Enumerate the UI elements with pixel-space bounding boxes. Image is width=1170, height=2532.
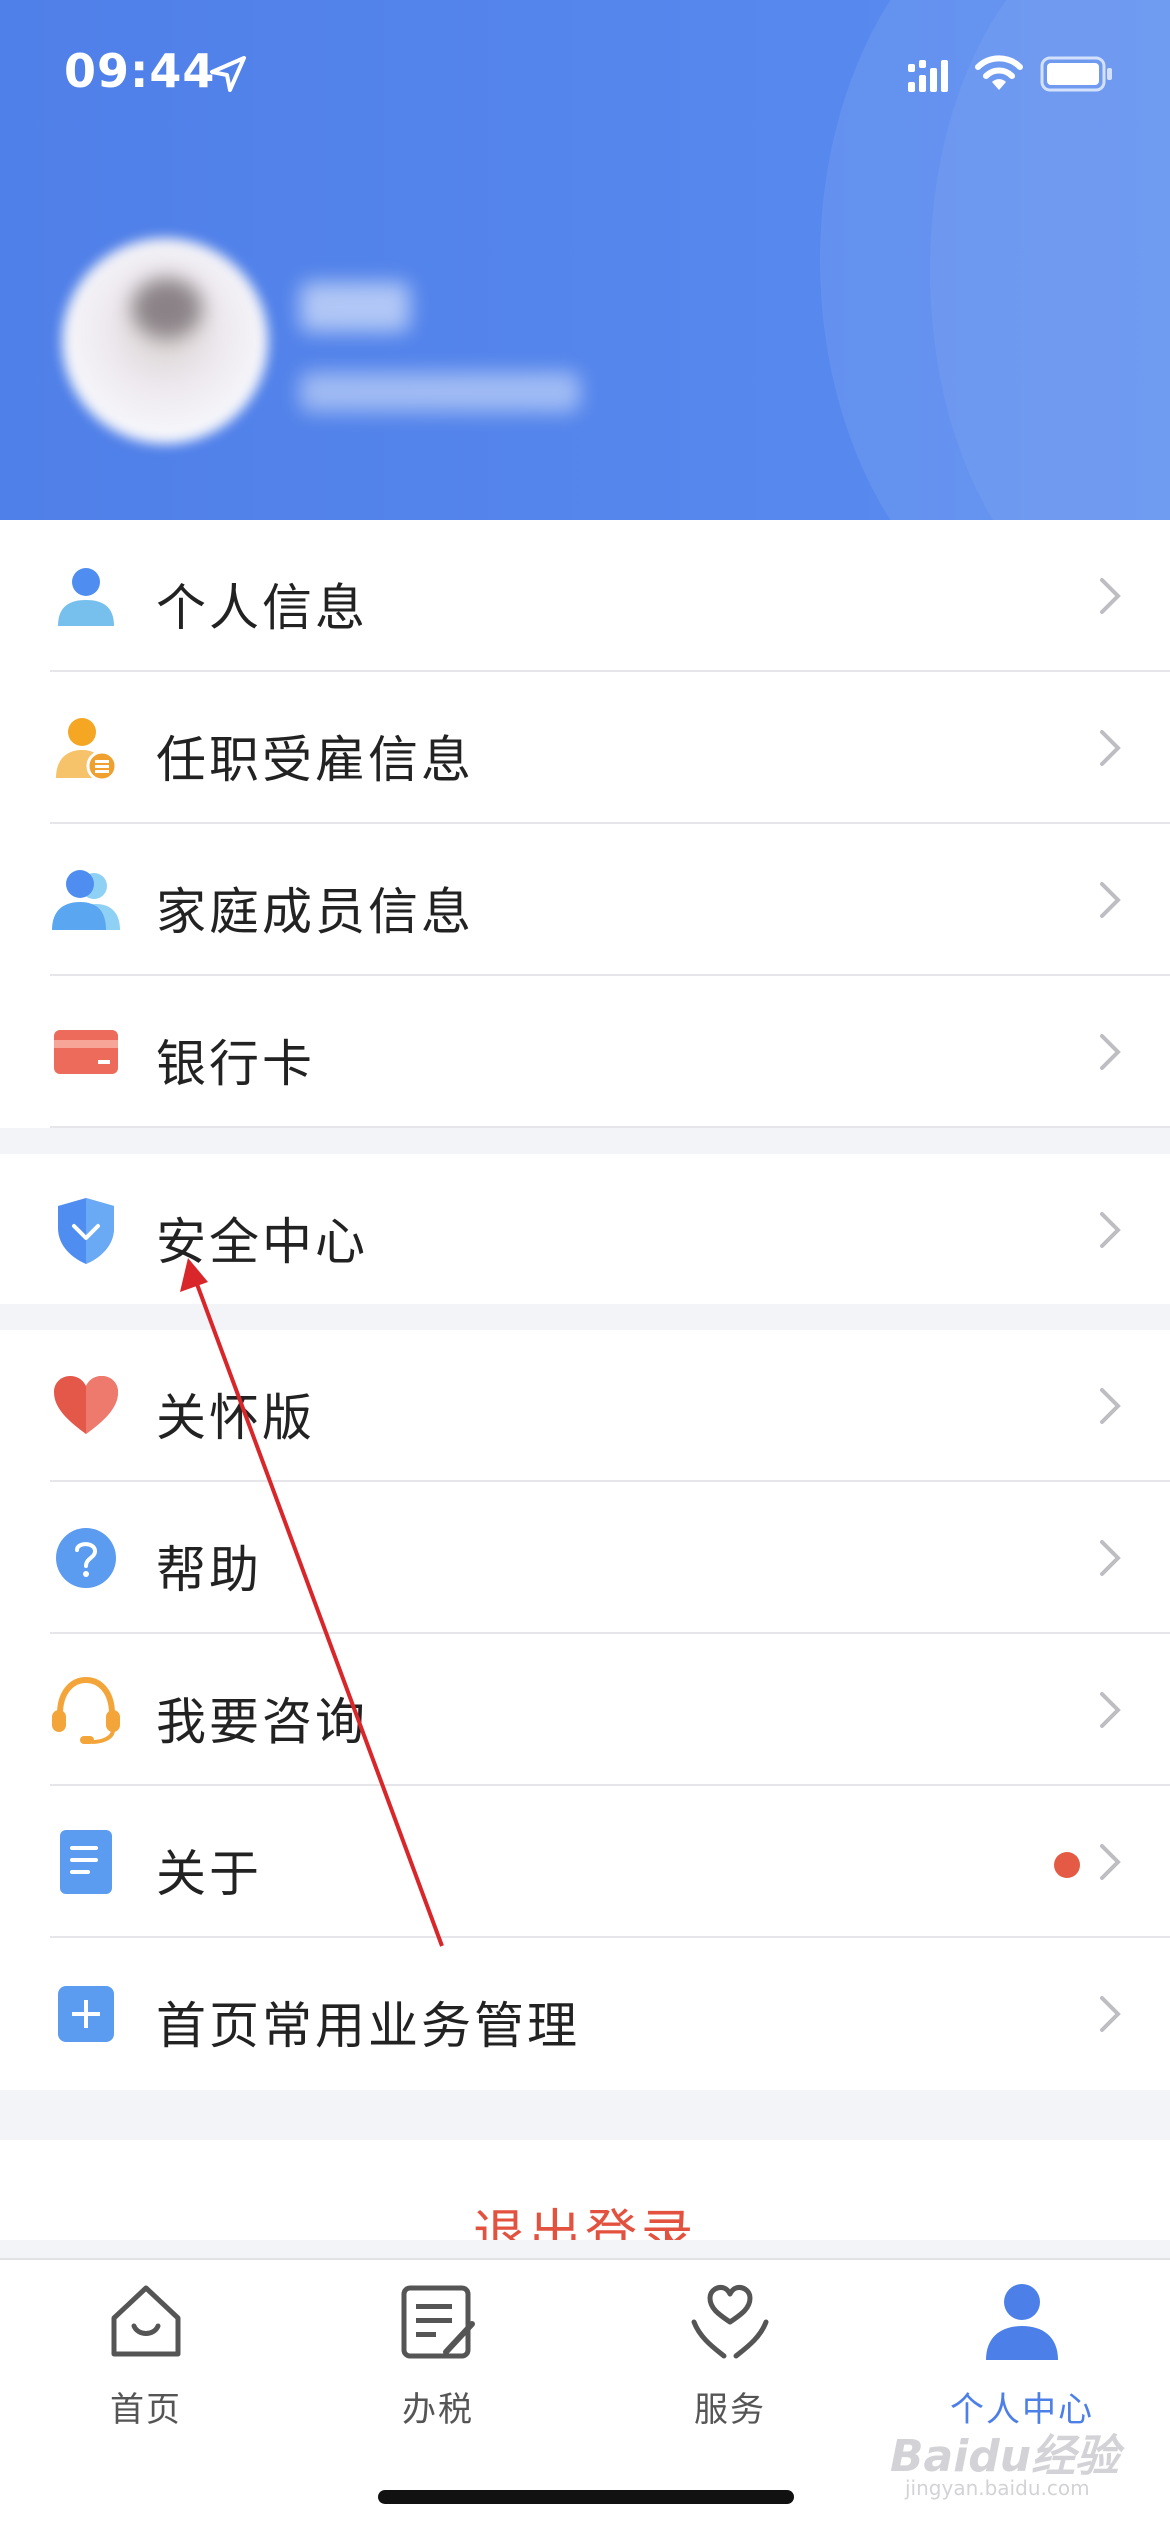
menu-group-personal: 个人信息 任职受雇信息 家庭成员信息 银行卡 xyxy=(0,520,1170,1128)
profile-header: 09:44 xyxy=(0,0,1170,520)
plus-square-icon xyxy=(58,1986,114,2042)
tab-service[interactable]: 服务 xyxy=(584,2282,876,2442)
chevron-right-icon xyxy=(1100,730,1121,766)
service-heart-icon xyxy=(691,2285,769,2359)
home-icon xyxy=(111,2285,181,2357)
tax-edit-icon xyxy=(401,2285,475,2359)
tab-user-center[interactable]: 个人中心 xyxy=(876,2282,1168,2442)
user-name-blurred xyxy=(300,282,410,332)
chevron-right-icon xyxy=(1100,1540,1121,1576)
menu-item-label: 任职受雇信息 xyxy=(156,731,474,789)
status-time: 09:44 xyxy=(64,44,216,98)
chevron-right-icon xyxy=(1100,1034,1121,1070)
bank-card-icon xyxy=(54,1030,118,1074)
menu-item-label: 安全中心 xyxy=(156,1213,368,1271)
family-icon xyxy=(52,870,120,930)
menu-item-home-business-management[interactable]: 首页常用业务管理 xyxy=(0,1938,1170,2090)
chevron-right-icon xyxy=(1100,1844,1121,1880)
location-arrow-icon xyxy=(210,56,246,92)
menu-item-bank-card[interactable]: 银行卡 xyxy=(0,976,1170,1128)
person-icon xyxy=(58,568,114,626)
tab-tax[interactable]: 办税 xyxy=(292,2282,584,2442)
user-center-icon xyxy=(986,2284,1058,2360)
menu-item-personal-info[interactable]: 个人信息 xyxy=(0,520,1170,672)
tab-label: 办税 xyxy=(402,2390,474,2430)
chevron-right-icon xyxy=(1100,578,1121,614)
menu-group-other: 关怀版 帮助 我要咨询 关于 首页常用业务管理 xyxy=(0,1330,1170,2090)
cellular-signal-icon xyxy=(908,60,948,92)
menu-item-care-version[interactable]: 关怀版 xyxy=(0,1330,1170,1482)
chevron-right-icon xyxy=(1100,1212,1121,1248)
menu-item-label: 银行卡 xyxy=(156,1035,315,1093)
logout-label: 退出登录 xyxy=(472,2205,697,2240)
home-indicator xyxy=(378,2490,794,2504)
watermark-brand: Baidu经验 xyxy=(890,2431,1120,2482)
chevron-right-icon xyxy=(1100,1996,1121,2032)
heart-icon xyxy=(54,1376,118,1434)
employment-icon xyxy=(56,718,118,782)
menu-item-label: 关于 xyxy=(156,1845,262,1903)
headset-icon xyxy=(52,1676,120,1744)
tab-label: 服务 xyxy=(694,2390,766,2430)
document-icon xyxy=(60,1830,112,1894)
menu-item-label: 关怀版 xyxy=(156,1389,315,1447)
menu-item-family-info[interactable]: 家庭成员信息 xyxy=(0,824,1170,976)
battery-icon xyxy=(1040,56,1112,92)
wifi-icon xyxy=(975,55,1023,90)
chevron-right-icon xyxy=(1100,1388,1121,1424)
menu-item-label: 家庭成员信息 xyxy=(156,883,474,941)
chevron-right-icon xyxy=(1100,1692,1121,1728)
menu-item-consult[interactable]: 我要咨询 xyxy=(0,1634,1170,1786)
tab-home[interactable]: 首页 xyxy=(0,2282,292,2442)
tab-label: 首页 xyxy=(110,2390,182,2430)
watermark-url: jingyan.baidu.com xyxy=(905,2476,1090,2500)
menu-item-label: 帮助 xyxy=(156,1541,262,1599)
divider xyxy=(50,1126,1170,1128)
menu-group-security: 安全中心 xyxy=(0,1154,1170,1304)
notification-badge xyxy=(1054,1852,1080,1878)
shield-icon xyxy=(58,1198,114,1264)
menu-item-about[interactable]: 关于 xyxy=(0,1786,1170,1938)
menu-item-label: 我要咨询 xyxy=(156,1693,368,1751)
menu-item-label: 首页常用业务管理 xyxy=(156,1997,580,2055)
user-subtitle-blurred xyxy=(300,372,580,412)
menu-item-label: 个人信息 xyxy=(156,579,368,637)
menu-item-help[interactable]: 帮助 xyxy=(0,1482,1170,1634)
logout-button[interactable]: 退出登录 xyxy=(0,2140,1170,2240)
menu-item-employment-info[interactable]: 任职受雇信息 xyxy=(0,672,1170,824)
menu-item-security-center[interactable]: 安全中心 xyxy=(0,1154,1170,1304)
avatar[interactable] xyxy=(62,238,268,444)
status-bar: 09:44 xyxy=(0,0,1170,140)
help-icon xyxy=(56,1528,116,1588)
chevron-right-icon xyxy=(1100,882,1121,918)
